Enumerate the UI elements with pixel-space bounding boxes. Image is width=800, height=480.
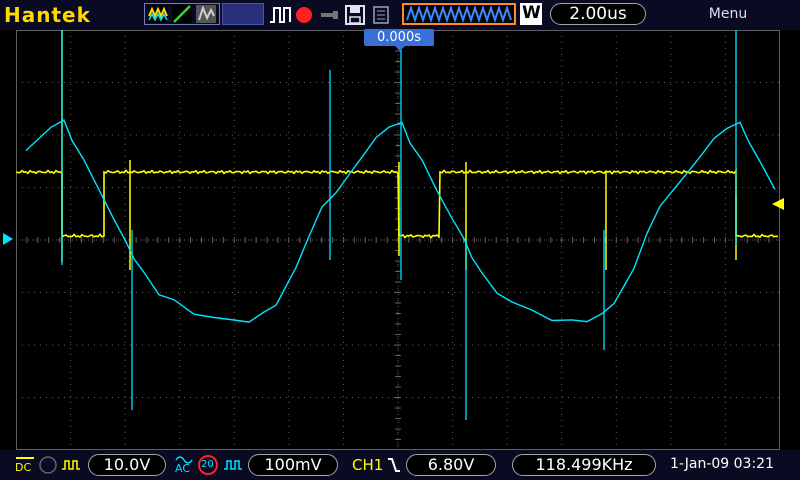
ch2-coupling-icon[interactable]: AC — [174, 454, 196, 476]
waveform-graticule — [16, 30, 780, 450]
memory-icon[interactable] — [370, 4, 392, 26]
trigger-position-marker — [395, 46, 405, 51]
timebase-readout[interactable]: 2.00us — [550, 3, 646, 25]
frequency-counter: 118.499KHz — [512, 454, 656, 476]
acquisition-mode-label: W — [522, 3, 541, 23]
ch2-bandwidth-limit-icon[interactable]: 20 — [198, 455, 218, 475]
brand-logo: Hantek — [4, 3, 91, 27]
trigger-run-icon[interactable] — [268, 4, 294, 26]
waveform-display-icon[interactable] — [147, 4, 169, 24]
save-disk-icon[interactable] — [344, 4, 366, 26]
bottom-status-bar: DC 10.0V AC 20 100mV CH1 6.80V 118.499KH… — [0, 450, 800, 480]
usb-icon — [321, 11, 338, 19]
ch2-volts-per-div[interactable]: 100mV — [248, 454, 338, 476]
trigger-level-marker[interactable] — [770, 197, 786, 211]
ch2-invert-icon[interactable] — [222, 455, 244, 475]
ch1-invert-icon[interactable] — [60, 455, 82, 475]
ch2-bandwidth-limit-label: 20 — [201, 459, 214, 470]
persistence-icon[interactable] — [195, 4, 217, 24]
trigger-level[interactable]: 6.80V — [406, 454, 496, 476]
sample-waveform-icon — [406, 5, 512, 23]
acquisition-waveform-box[interactable] — [402, 3, 516, 25]
ch1-volts-per-div[interactable]: 10.0V — [88, 454, 166, 476]
xy-mode-icon[interactable] — [171, 4, 193, 24]
trigger-falling-edge-icon[interactable] — [386, 455, 402, 475]
ch1-coupling-icon[interactable]: DC — [14, 454, 36, 476]
ch1-bandwidth-icon[interactable] — [38, 455, 58, 475]
display-status-box[interactable] — [222, 3, 264, 25]
acquisition-mode-badge[interactable]: W — [520, 3, 542, 25]
display-mode-group[interactable] — [144, 3, 220, 25]
menu-button[interactable]: Menu — [700, 6, 756, 22]
datetime: 1-Jan-09 03:21 — [670, 456, 774, 472]
trigger-time-offset[interactable]: 0.000s — [364, 29, 434, 46]
top-toolbar: Hantek W 2.00us Menu — [0, 0, 800, 30]
record-icon[interactable] — [294, 5, 314, 25]
ch1-ground-marker[interactable] — [1, 232, 15, 246]
ch2-coupling-label: AC — [175, 462, 191, 475]
trigger-source[interactable]: CH1 — [352, 456, 383, 474]
ch1-coupling-label: DC — [15, 461, 32, 474]
waveform-screen — [16, 30, 780, 450]
